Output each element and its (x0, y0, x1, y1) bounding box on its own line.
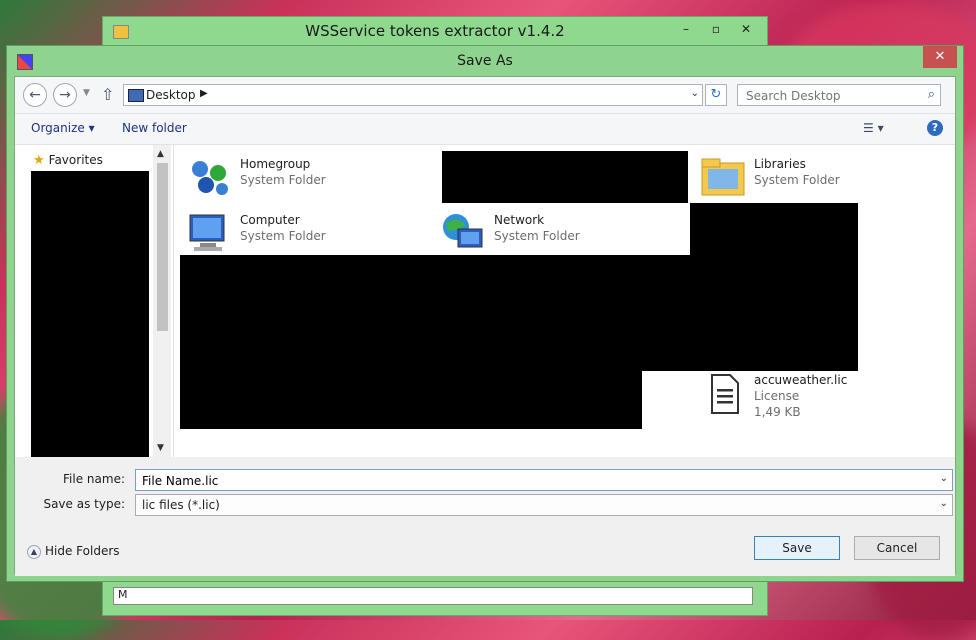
hide-folders-button[interactable]: ▲ Hide Folders (27, 544, 120, 559)
document-icon (711, 374, 739, 414)
list-item-computer[interactable]: Computer System Folder (186, 207, 426, 255)
refresh-button[interactable]: ↻ (705, 84, 727, 106)
dialog-titlebar: Save As ✕ (7, 46, 963, 76)
save-type-select[interactable]: lic files (*.lic) ⌄ (135, 494, 953, 516)
sidebar-item-favorites[interactable]: ★ Favorites (33, 153, 103, 168)
change-view-button[interactable]: ☰ ▾ (863, 121, 884, 135)
file-name-dropdown-icon[interactable]: ⌄ (940, 473, 948, 484)
toolbar: Organize ▾ New folder ☰ ▾ ? (15, 114, 955, 145)
list-item-homegroup[interactable]: Homegroup System Folder (186, 151, 426, 199)
save-type-dropdown-icon[interactable]: ⌄ (940, 498, 948, 509)
desktop-icon (128, 89, 144, 102)
item-name: Libraries (754, 157, 806, 171)
back-button[interactable]: ← (23, 83, 47, 107)
nav-scrollbar[interactable]: ▲ ▼ (153, 145, 171, 457)
item-type: System Folder (240, 229, 326, 243)
maximize-button[interactable]: ▫ (701, 19, 731, 39)
scroll-thumb[interactable] (157, 163, 168, 331)
list-item-network[interactable]: Network System Folder (440, 207, 680, 255)
app-title: WSService tokens extractor v1.4.2 (305, 22, 565, 40)
item-type: License (754, 389, 800, 403)
address-row: ← → ▼ ⇧ Desktop ▶ ⌄ ↻ ⌕ (15, 77, 955, 114)
view-options-icon: ☰ ▾ (863, 121, 884, 135)
recent-locations-dropdown-icon[interactable]: ▼ (83, 88, 90, 98)
navigation-pane: ★ Favorites ▲ ▼ (15, 145, 174, 457)
redacted-region (442, 151, 688, 203)
save-type-label: Save as type: (43, 497, 125, 511)
app-titlebar: WSService tokens extractor v1.4.2 – ▫ ✕ (103, 17, 767, 47)
scroll-up-icon[interactable]: ▲ (157, 149, 164, 159)
scroll-down-icon[interactable]: ▼ (157, 443, 164, 453)
redacted-region (180, 371, 642, 429)
list-item-libraries[interactable]: Libraries System Folder (700, 151, 880, 199)
cancel-button[interactable]: Cancel (854, 536, 940, 560)
address-bar[interactable]: Desktop ▶ ⌄ (123, 84, 703, 106)
dialog-title: Save As (457, 53, 513, 69)
app-close-button[interactable]: ✕ (731, 19, 761, 39)
item-type: System Folder (494, 229, 580, 243)
item-name: Network (494, 213, 545, 227)
chevron-up-icon: ▲ (27, 544, 41, 559)
file-name-label: File name: (63, 472, 125, 486)
favorites-label: Favorites (48, 153, 103, 167)
redacted-region (180, 255, 692, 371)
breadcrumb-arrow-icon[interactable]: ▶ (200, 88, 208, 99)
file-name-field[interactable]: ⌄ (135, 469, 953, 491)
dialog-close-button[interactable]: ✕ (923, 46, 957, 68)
network-icon (443, 214, 483, 248)
star-icon: ★ (33, 153, 45, 168)
redacted-region (31, 171, 149, 457)
file-name-input[interactable] (140, 471, 924, 491)
libraries-icon (701, 158, 745, 196)
item-type: System Folder (240, 173, 326, 187)
new-folder-button[interactable]: New folder (122, 121, 187, 135)
search-icon[interactable]: ⌕ (928, 87, 935, 102)
save-button[interactable]: Save (754, 536, 840, 560)
computer-icon (189, 214, 225, 251)
save-form: File name: ⌄ Save as type: lic files (*.… (15, 458, 955, 576)
forward-arrow-icon: → (59, 87, 71, 103)
address-dropdown-icon[interactable]: ⌄ (691, 88, 699, 99)
save-as-dialog: Save As ✕ ← → ▼ ⇧ Desktop ▶ ⌄ ↻ ⌕ Organi… (6, 45, 964, 582)
app-text-field[interactable]: M (113, 587, 753, 605)
dialog-body: ← → ▼ ⇧ Desktop ▶ ⌄ ↻ ⌕ Organize ▾ New f… (14, 76, 956, 576)
save-type-value: lic files (*.lic) (142, 498, 220, 512)
item-name: Computer (240, 213, 300, 227)
homegroup-icon (192, 161, 228, 195)
item-type: System Folder (754, 173, 840, 187)
organize-button[interactable]: Organize ▾ (31, 121, 95, 135)
hide-folders-label: Hide Folders (45, 544, 120, 558)
list-item-accuweather-lic[interactable]: accuweather.lic License 1,49 KB (700, 367, 900, 427)
search-box[interactable]: ⌕ (737, 84, 941, 106)
item-name: Homegroup (240, 157, 311, 171)
address-location[interactable]: Desktop (146, 88, 196, 102)
back-arrow-icon: ← (29, 87, 41, 103)
help-icon[interactable]: ? (927, 120, 943, 136)
up-folder-icon[interactable]: ⇧ (101, 85, 114, 104)
redacted-region (690, 203, 858, 371)
file-list: Homegroup System Folder Libraries System… (174, 145, 955, 457)
item-name: accuweather.lic (754, 373, 848, 387)
item-size: 1,49 KB (754, 405, 801, 419)
search-input[interactable] (744, 86, 918, 106)
forward-button[interactable]: → (53, 83, 77, 107)
refresh-icon: ↻ (710, 87, 722, 102)
minimize-button[interactable]: – (671, 19, 701, 39)
